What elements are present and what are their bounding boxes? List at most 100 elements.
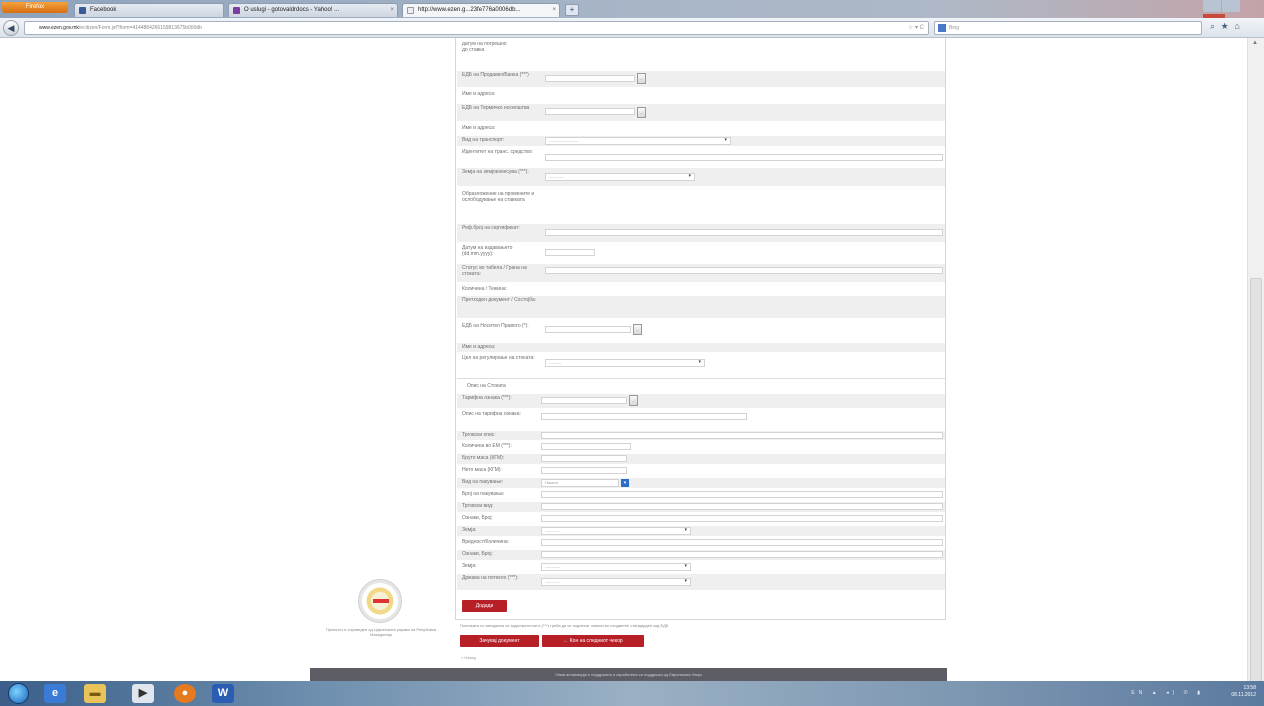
form-row: Количина / Тежина: <box>457 285 945 294</box>
back-arrow-icon[interactable]: ◀ <box>3 20 19 36</box>
package-type-select[interactable]: Пакети <box>541 479 619 487</box>
firefox-icon[interactable]: ● <box>174 684 196 703</box>
lookup-icon[interactable]: ... <box>637 73 646 84</box>
field-label: Вредност/Количина: <box>462 539 510 545</box>
form-row: Вид на транспорт: ----------------------… <box>457 136 945 146</box>
form-panel: датум на погрешно до ставка ЕДБ на Прода… <box>455 38 946 620</box>
reload-icon[interactable]: ☆ ▾ C <box>908 22 924 34</box>
select-value: ----------- <box>545 528 560 533</box>
form-row: ЕДБ на Термичко носилштва ... <box>457 104 945 121</box>
seller-edb-input[interactable] <box>545 75 635 82</box>
country-select-2[interactable]: ----------- ▾ <box>541 563 691 571</box>
field-label: Име и адреса: <box>462 344 496 350</box>
lookup-icon[interactable]: ... <box>637 107 646 118</box>
ie-icon[interactable]: e <box>44 684 66 703</box>
export-country-select[interactable]: ----------- ▾ <box>545 173 695 181</box>
form-row: Трговски опис: <box>457 431 945 440</box>
field-label: Вид на пакување: <box>462 479 504 485</box>
field-label: Број на пакувања: <box>462 491 505 497</box>
goods-status-input[interactable] <box>545 267 943 274</box>
field-label: Опис на тарифна ознака: <box>462 411 521 417</box>
form-row: Земја на земјоизнесува (***): ----------… <box>457 168 945 186</box>
quantity-input[interactable] <box>541 443 631 450</box>
field-label: Датум на издавањето (dd.mm.yyyy): <box>462 245 513 257</box>
clock-date: 08.11.2012 <box>1231 692 1256 698</box>
lookup-icon[interactable]: ... <box>629 395 638 406</box>
form-row: Име и адреса: <box>457 343 945 352</box>
lookup-icon[interactable]: ... <box>633 324 642 335</box>
tariff-description-input[interactable] <box>541 413 747 420</box>
save-document-button[interactable]: Зачувај документ <box>460 635 539 647</box>
media-player-icon[interactable]: ▶ <box>132 684 154 703</box>
form-row: Вид на пакување: Пакети ▾ <box>457 478 945 488</box>
tariff-code-input[interactable] <box>541 397 627 404</box>
form-row: Земја: ----------- ▾ <box>457 526 945 536</box>
package-count-input[interactable] <box>541 491 943 498</box>
clock[interactable]: 13:58 08.11.2012 <box>1231 685 1256 699</box>
marks-number-input[interactable] <box>541 515 943 522</box>
new-tab-button[interactable]: + <box>565 4 579 16</box>
chevron-down-icon[interactable]: ▾ <box>621 479 629 487</box>
url-bar[interactable]: www.ezen.gov.mk/ecitizen/Form.jsf?form=4… <box>24 21 929 35</box>
field-label: Држава на потекло (***): <box>462 575 519 581</box>
form-row: Трговски вид: <box>457 502 945 512</box>
next-step-button[interactable]: ← Кон на следниот чекор <box>542 635 644 647</box>
scroll-thumb[interactable] <box>1250 278 1262 706</box>
form-row: Реф.број на сертификат: <box>457 224 945 242</box>
field-label: Статус во табела / Грана на стоката: <box>462 265 527 277</box>
chevron-down-icon: ▾ <box>688 173 691 179</box>
field-label: Вид на транспорт: <box>462 137 505 143</box>
minimize-icon[interactable] <box>1203 0 1221 12</box>
form-row: Идентитет на транс. средство: <box>457 148 945 166</box>
select-value: Пакети <box>545 480 559 485</box>
tab-active[interactable]: http://www.ezen.g...23fe776a0006db... × <box>402 3 560 17</box>
value-quantity-input[interactable] <box>541 539 943 546</box>
form-row: Цел на регулирање на стоката: --------- … <box>457 354 945 372</box>
toolbar-icons[interactable]: ⌕★⌂ <box>1210 21 1246 32</box>
form-fragment-row: датум на погрешно до ставка <box>457 40 945 62</box>
field-label: Идентитет на транс. средство: <box>462 149 533 155</box>
chevron-down-icon: ▾ <box>684 563 687 569</box>
trade-description-input[interactable] <box>541 432 943 439</box>
purpose-select[interactable]: --------- ▾ <box>545 359 705 367</box>
transport-type-select[interactable]: ---------------------- ▾ <box>545 137 731 145</box>
close-icon[interactable]: × <box>552 4 556 17</box>
form-row: ЕДБ на Носител Правото (*): ... <box>457 322 945 340</box>
select-value: ---------------------- <box>549 138 579 143</box>
page-footer: Оваа апликација е поддржана и изработена… <box>310 668 947 681</box>
gross-mass-input[interactable] <box>541 455 627 462</box>
maximize-icon[interactable] <box>1222 0 1240 12</box>
form-row: Тарифна ознака (***): ... <box>457 394 945 408</box>
trade-type-input[interactable] <box>541 503 943 510</box>
field-label: Количина во ЕМ (***): <box>462 443 512 449</box>
rights-holder-edb-input[interactable] <box>545 326 631 333</box>
marks-number-input-2[interactable] <box>541 551 943 558</box>
issue-date-input[interactable] <box>545 249 595 256</box>
word-icon[interactable]: W <box>212 684 234 703</box>
tab-facebook[interactable]: Facebook <box>74 3 224 17</box>
transport-id-input[interactable] <box>545 154 943 161</box>
tray-icons[interactable]: EN ▲ ◂) ✆ ▮ <box>1131 690 1204 696</box>
tab-yahoo[interactable]: О uslugi - gotovaldrdocs - Yahoo! ... × <box>228 3 398 17</box>
close-icon[interactable]: × <box>390 4 394 17</box>
certificate-ref-input[interactable] <box>545 229 943 236</box>
origin-country-select[interactable]: ----------- ▾ <box>541 578 691 586</box>
field-label: Трговски вид: <box>462 503 494 509</box>
net-mass-input[interactable] <box>541 467 627 474</box>
form-row: Статус во табела / Грана на стоката: <box>457 264 945 282</box>
carrier-edb-input[interactable] <box>545 108 635 115</box>
country-select[interactable]: ----------- ▾ <box>541 527 691 535</box>
folder-icon[interactable]: ▬ <box>84 684 106 703</box>
field-label: Име и адреса: <box>462 91 496 97</box>
back-link[interactable]: « Назад <box>461 655 476 660</box>
page-icon <box>407 7 414 14</box>
form-row: Вредност/Количина: <box>457 538 945 548</box>
page-scrollbar[interactable]: ▲ <box>1247 38 1264 706</box>
tab-title: http://www.ezen.g...23fe776a0006db... <box>418 7 521 13</box>
firefox-menu-button[interactable]: Firefox <box>2 2 68 13</box>
form-note: Полињата со ѕвездичка се задолжителни и … <box>460 623 669 628</box>
search-box[interactable]: Bing <box>934 21 1202 35</box>
add-button[interactable]: Додади <box>462 600 507 612</box>
start-button[interactable] <box>8 683 29 704</box>
scroll-up-icon[interactable]: ▲ <box>1252 40 1258 46</box>
